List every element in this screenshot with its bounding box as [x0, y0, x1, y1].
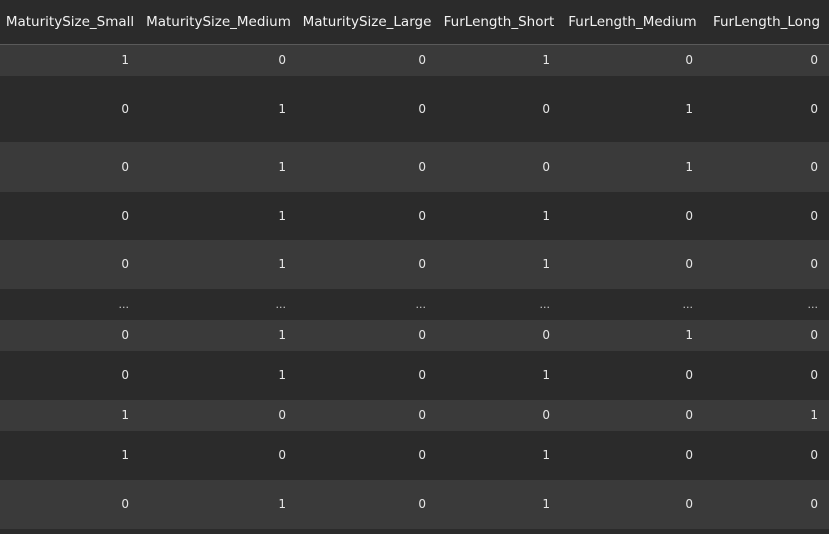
table-cell: 1 [704, 399, 829, 431]
table-cell: 0 [704, 75, 829, 142]
table-cell: 0 [437, 141, 561, 192]
table-cell: 1 [0, 399, 140, 431]
column-header-maturitysize-small: MaturitySize_Small [0, 0, 140, 45]
column-header-furlength-long: FurLength_Long [704, 0, 829, 45]
column-header-furlength-medium: FurLength_Medium [561, 0, 704, 45]
table-cell: 0 [561, 479, 704, 529]
table-cell: 0 [704, 141, 829, 192]
table-cell: 1 [140, 239, 297, 289]
table-row: 1 0 0 1 0 0 [0, 430, 829, 480]
table-cell: 0 [437, 399, 561, 431]
ellipsis-cell: ... [704, 288, 829, 320]
dataframe-table: MaturitySize_Small MaturitySize_Medium M… [0, 0, 829, 529]
table-cell: 0 [437, 75, 561, 142]
ellipsis-cell: ... [297, 288, 437, 320]
table-cell: 0 [140, 399, 297, 431]
ellipsis-cell: ... [561, 288, 704, 320]
table-cell: 0 [297, 44, 437, 76]
table-cell: 1 [140, 75, 297, 142]
table-cell: 1 [140, 191, 297, 240]
table-cell: 1 [437, 350, 561, 400]
table-row: 0 1 0 0 1 0 [0, 141, 829, 192]
ellipsis-cell: ... [0, 288, 140, 320]
table-header: MaturitySize_Small MaturitySize_Medium M… [0, 0, 829, 45]
table-cell: 1 [561, 141, 704, 192]
table-cell: 1 [437, 430, 561, 480]
table-cell: 1 [437, 479, 561, 529]
table-cell: 1 [140, 141, 297, 192]
table-cell: 0 [437, 319, 561, 351]
table-cell: 0 [561, 430, 704, 480]
table-cell: 0 [297, 479, 437, 529]
table-cell: 0 [0, 191, 140, 240]
table-cell: 1 [140, 479, 297, 529]
table-cell: 0 [561, 399, 704, 431]
table-cell: 0 [297, 430, 437, 480]
table-cell: 0 [0, 239, 140, 289]
table-cell: 0 [297, 75, 437, 142]
table-cell: 1 [140, 350, 297, 400]
header-row: MaturitySize_Small MaturitySize_Medium M… [0, 0, 829, 45]
table-cell: 0 [140, 44, 297, 76]
table-cell: 1 [561, 319, 704, 351]
table-cell: 0 [297, 191, 437, 240]
ellipsis-row: ... ... ... ... ... ... [0, 288, 829, 320]
table-cell: 0 [0, 75, 140, 142]
table-cell: 0 [704, 479, 829, 529]
table-body: 1 0 0 1 0 0 0 1 0 0 1 0 0 1 0 0 1 0 0 1 … [0, 44, 829, 529]
table-cell: 1 [437, 191, 561, 240]
table-cell: 0 [561, 350, 704, 400]
table-cell: 0 [140, 430, 297, 480]
table-cell: 0 [0, 350, 140, 400]
table-cell: 0 [704, 430, 829, 480]
table-row: 0 1 0 1 0 0 [0, 479, 829, 529]
column-header-maturitysize-large: MaturitySize_Large [297, 0, 437, 45]
table-row: 0 1 0 1 0 0 [0, 191, 829, 240]
table-cell: 0 [561, 239, 704, 289]
ellipsis-cell: ... [140, 288, 297, 320]
table-cell: 0 [704, 44, 829, 76]
table-row: 1 0 0 1 0 0 [0, 44, 829, 76]
column-header-maturitysize-medium: MaturitySize_Medium [140, 0, 297, 45]
table-cell: 0 [704, 191, 829, 240]
table-cell: 0 [297, 319, 437, 351]
table-cell: 0 [0, 141, 140, 192]
table-cell: 0 [0, 479, 140, 529]
table-cell: 0 [297, 399, 437, 431]
table-cell: 1 [0, 44, 140, 76]
table-cell: 1 [561, 75, 704, 142]
table-row: 0 1 0 0 1 0 [0, 319, 829, 351]
table-row: 0 1 0 0 1 0 [0, 75, 829, 142]
table-cell: 0 [297, 239, 437, 289]
table-cell: 0 [704, 319, 829, 351]
table-cell: 0 [561, 191, 704, 240]
table-cell: 0 [297, 350, 437, 400]
table-cell: 1 [437, 239, 561, 289]
table-cell: 0 [561, 44, 704, 76]
table-row: 1 0 0 0 0 1 [0, 399, 829, 431]
table-cell: 0 [704, 350, 829, 400]
table-cell: 1 [437, 44, 561, 76]
column-header-furlength-short: FurLength_Short [437, 0, 561, 45]
table-row: 0 1 0 1 0 0 [0, 350, 829, 400]
table-cell: 0 [0, 319, 140, 351]
table-cell: 1 [140, 319, 297, 351]
table-cell: 1 [0, 430, 140, 480]
table-row: 0 1 0 1 0 0 [0, 239, 829, 289]
table-cell: 0 [704, 239, 829, 289]
table-cell: 0 [297, 141, 437, 192]
ellipsis-cell: ... [437, 288, 561, 320]
